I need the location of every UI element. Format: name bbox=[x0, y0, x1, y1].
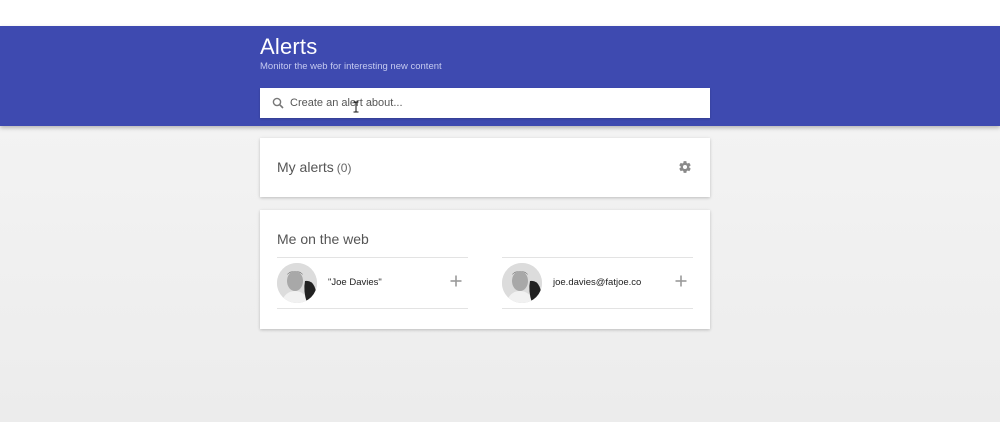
me-on-web-card: Me on the web "Joe Davies" joe.davies@fa… bbox=[260, 210, 710, 329]
gear-icon[interactable] bbox=[678, 160, 692, 174]
my-alerts-heading: My alerts (0) bbox=[277, 159, 351, 175]
page-title: Alerts bbox=[260, 34, 318, 59]
text-cursor-icon bbox=[353, 101, 359, 113]
avatar bbox=[502, 263, 542, 303]
my-alerts-count: (0) bbox=[336, 161, 352, 175]
me-on-web-title: Me on the web bbox=[277, 231, 369, 247]
person-item: joe.davies@fatjoe.co bbox=[502, 257, 693, 309]
person-label: joe.davies@fatjoe.co bbox=[553, 277, 642, 288]
search-input[interactable] bbox=[290, 88, 690, 118]
plus-icon[interactable] bbox=[450, 275, 462, 287]
person-item: "Joe Davies" bbox=[277, 257, 468, 309]
avatar bbox=[277, 263, 317, 303]
search-icon bbox=[272, 97, 284, 109]
plus-icon[interactable] bbox=[675, 275, 687, 287]
my-alerts-title: My alerts bbox=[277, 159, 334, 175]
my-alerts-card: My alerts (0) bbox=[260, 138, 710, 197]
person-label: "Joe Davies" bbox=[328, 277, 382, 288]
page-subtitle: Monitor the web for interesting new cont… bbox=[260, 61, 442, 72]
top-strip bbox=[0, 0, 1000, 26]
search-box[interactable] bbox=[260, 88, 710, 118]
